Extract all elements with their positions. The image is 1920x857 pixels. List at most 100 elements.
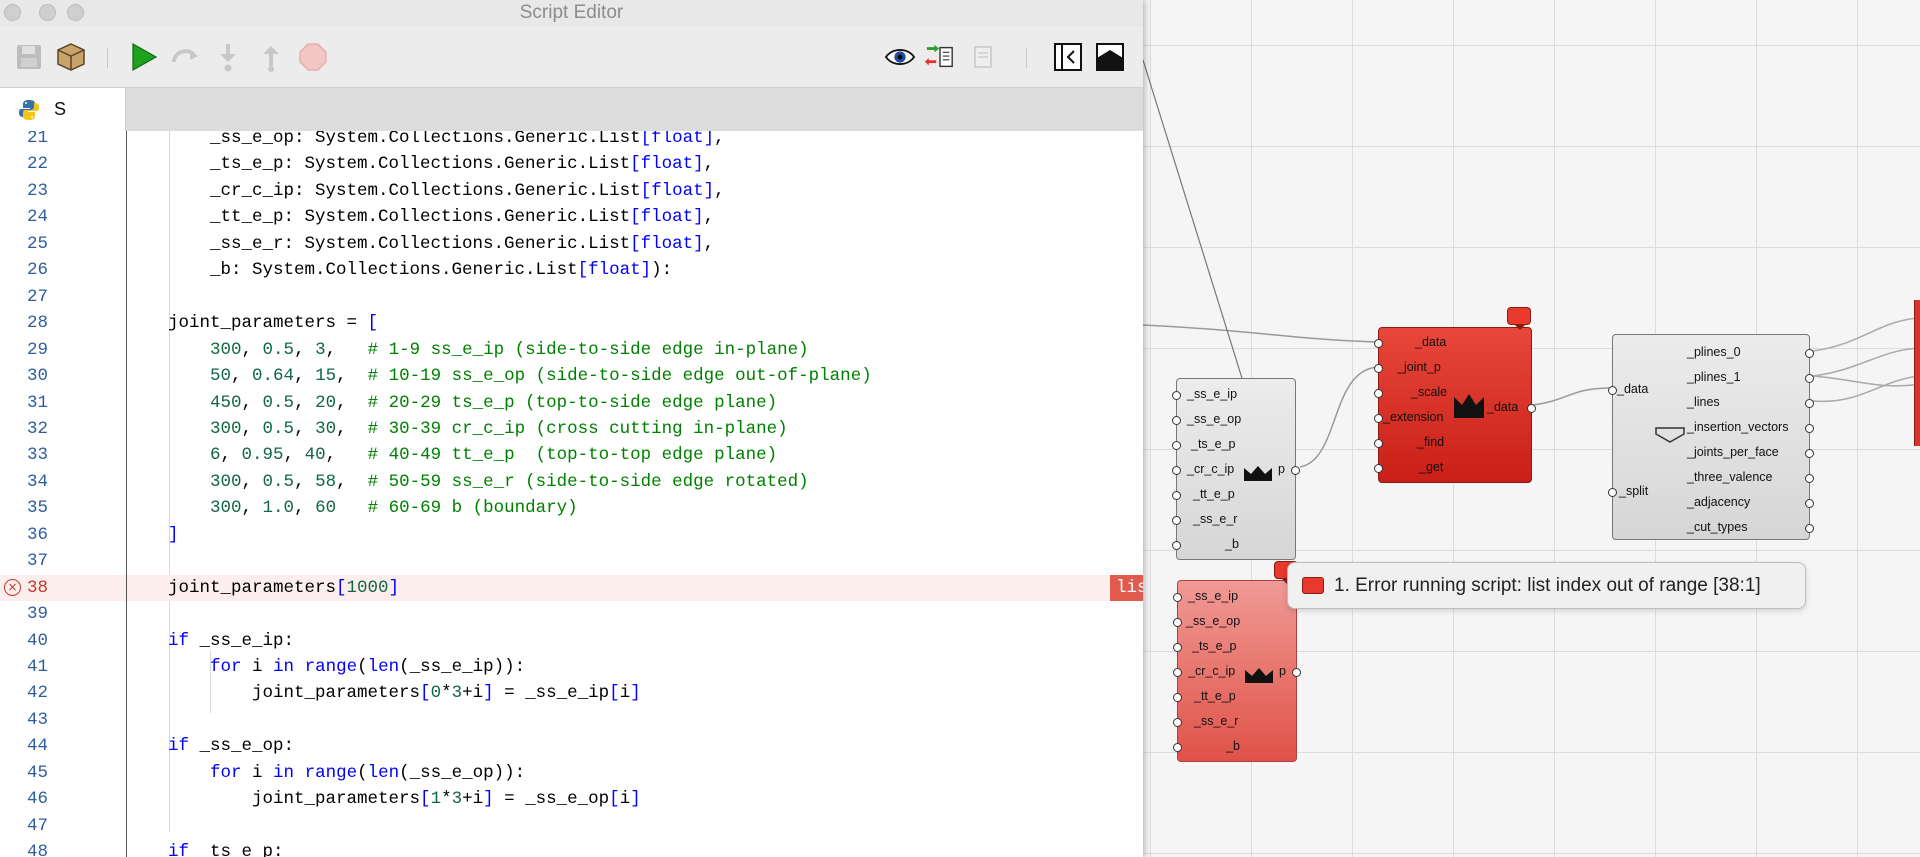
- input-port[interactable]: [1173, 643, 1182, 652]
- save-button[interactable]: [14, 42, 44, 72]
- red-script-component[interactable]: _data _joint_p _scale _extension _find _…: [1374, 327, 1536, 483]
- code-line[interactable]: 37: [0, 548, 1143, 574]
- run-button[interactable]: [128, 42, 158, 72]
- code-line[interactable]: 21 _ss_e_op: System.Collections.Generic.…: [0, 131, 1143, 151]
- doc-button[interactable]: [968, 42, 998, 72]
- code-text: joint_parameters = [: [168, 313, 379, 334]
- output-port[interactable]: [1805, 349, 1814, 358]
- output-port[interactable]: [1805, 449, 1814, 458]
- error-marker-icon[interactable]: ×: [4, 578, 21, 596]
- input-port[interactable]: [1608, 488, 1617, 497]
- input-port[interactable]: [1173, 693, 1182, 702]
- stop-button[interactable]: [298, 42, 328, 72]
- params-component-bottom[interactable]: _ss_e_ip _ss_e_op _ts_e_p _cr_c_ip _tt_e…: [1173, 580, 1301, 762]
- code-line[interactable]: 27: [0, 284, 1143, 310]
- package-button[interactable]: [56, 42, 86, 72]
- input-port[interactable]: [1172, 416, 1181, 425]
- code-line[interactable]: 44 if _ss_e_op:: [0, 733, 1143, 759]
- input-label: _cr_c_ip: [1188, 664, 1236, 678]
- input-port[interactable]: [1172, 491, 1181, 500]
- input-port[interactable]: [1374, 414, 1383, 423]
- input-port[interactable]: [1374, 439, 1383, 448]
- compare-button[interactable]: [925, 42, 955, 72]
- output-port[interactable]: [1291, 466, 1300, 475]
- code-line[interactable]: 43: [0, 707, 1143, 733]
- output-port[interactable]: [1805, 474, 1814, 483]
- input-label: _tt_e_p: [1194, 689, 1236, 703]
- step-out-button[interactable]: [256, 42, 286, 72]
- output-port[interactable]: [1527, 404, 1536, 413]
- output-port[interactable]: [1292, 668, 1301, 677]
- code-line[interactable]: 31 450, 0.5, 20, # 20-29 ts_e_p (top-to-…: [0, 390, 1143, 416]
- output-port[interactable]: [1805, 374, 1814, 383]
- input-port[interactable]: [1608, 386, 1617, 395]
- code-text: 450, 0.5, 20, # 20-29 ts_e_p (top-to-sid…: [210, 392, 778, 413]
- line-number: 44: [26, 736, 48, 757]
- code-text: 300, 0.5, 3, # 1-9 ss_e_ip (side-to-side…: [210, 339, 809, 360]
- output-port[interactable]: [1805, 424, 1814, 433]
- python-crown-icon: [1454, 394, 1484, 418]
- zoom-window-button[interactable]: [67, 4, 84, 21]
- close-window-button[interactable]: [4, 4, 21, 21]
- inline-error-badge[interactable]: lis: [1110, 574, 1143, 601]
- output-port[interactable]: [1805, 499, 1814, 508]
- input-label: _tt_e_p: [1193, 487, 1235, 501]
- input-label: _data: [1415, 335, 1447, 349]
- input-port[interactable]: [1172, 541, 1181, 550]
- script-editor-window: Script Editor S 21 _ss_e_op: System.Coll…: [0, 0, 1143, 857]
- step-in-button[interactable]: [213, 42, 243, 72]
- offscreen-component[interactable]: [1914, 300, 1920, 446]
- input-port[interactable]: [1173, 668, 1182, 677]
- code-editor[interactable]: 21 _ss_e_op: System.Collections.Generic.…: [0, 131, 1143, 857]
- input-port[interactable]: [1374, 464, 1383, 473]
- input-port[interactable]: [1374, 364, 1383, 373]
- code-line[interactable]: 30 50, 0.64, 15, # 10-19 ss_e_op (side-t…: [0, 363, 1143, 389]
- input-port[interactable]: [1173, 718, 1182, 727]
- debug-button[interactable]: [170, 42, 200, 72]
- code-line[interactable]: 32 300, 0.5, 30, # 30-39 cr_c_ip (cross …: [0, 416, 1143, 442]
- code-line[interactable]: 42 joint_parameters[0*3+i] = _ss_e_ip[i]: [0, 680, 1143, 706]
- input-port[interactable]: [1172, 391, 1181, 400]
- output-port[interactable]: [1805, 399, 1814, 408]
- code-line[interactable]: 48 if _ts_e_p:: [0, 839, 1143, 857]
- code-line[interactable]: 25 _ss_e_r: System.Collections.Generic.L…: [0, 231, 1143, 257]
- input-port[interactable]: [1374, 339, 1383, 348]
- input-port[interactable]: [1172, 466, 1181, 475]
- code-line[interactable]: 22 _ts_e_p: System.Collections.Generic.L…: [0, 151, 1143, 177]
- joints-component[interactable]: _data _split _plines_0 _plines_1 _lines …: [1608, 334, 1814, 540]
- code-text: _tt_e_p: System.Collections.Generic.List…: [168, 207, 715, 228]
- code-text: for i in range(len(_ss_e_ip)):: [210, 657, 526, 677]
- output-port[interactable]: [1805, 524, 1814, 533]
- code-line[interactable]: 23 _cr_c_ip: System.Collections.Generic.…: [0, 178, 1143, 204]
- code-line[interactable]: 24 _tt_e_p: System.Collections.Generic.L…: [0, 204, 1143, 230]
- code-line[interactable]: 28 joint_parameters = [: [0, 310, 1143, 336]
- input-port[interactable]: [1173, 593, 1182, 602]
- code-line[interactable]: 36]: [0, 522, 1143, 548]
- code-line[interactable]: 41 for i in range(len(_ss_e_ip)):: [0, 654, 1143, 680]
- code-line[interactable]: 46 joint_parameters[1*3+i] = _ss_e_op[i]: [0, 786, 1143, 812]
- code-line[interactable]: 39: [0, 601, 1143, 627]
- preview-button[interactable]: [885, 42, 915, 72]
- input-port[interactable]: [1173, 618, 1182, 627]
- code-line[interactable]: 35 300, 1.0, 60 # 60-69 b (boundary): [0, 495, 1143, 521]
- code-line[interactable]: 45 for i in range(len(_ss_e_op)):: [0, 760, 1143, 786]
- panel-button[interactable]: [1095, 42, 1125, 72]
- code-line[interactable]: 38 joint_parameters[1000] × lis: [0, 574, 1143, 601]
- code-line[interactable]: 26 _b: System.Collections.Generic.List[f…: [0, 257, 1143, 283]
- error-balloon-icon[interactable]: [1507, 307, 1531, 330]
- code-line[interactable]: 47: [0, 813, 1143, 839]
- input-port[interactable]: [1172, 516, 1181, 525]
- toolbar-separator: [1026, 48, 1027, 68]
- input-port[interactable]: [1173, 743, 1182, 752]
- code-line[interactable]: 40 if _ss_e_ip:: [0, 628, 1143, 654]
- input-port[interactable]: [1172, 441, 1181, 450]
- code-line[interactable]: 33 6, 0.95, 40, # 40-49 tt_e_p (top-to-t…: [0, 442, 1143, 468]
- code-line[interactable]: 29 300, 0.5, 3, # 1-9 ss_e_ip (side-to-s…: [0, 337, 1143, 363]
- input-port[interactable]: [1374, 389, 1383, 398]
- tab-script[interactable]: S: [0, 88, 126, 131]
- collapse-button[interactable]: [1053, 42, 1083, 72]
- minimize-window-button[interactable]: [39, 4, 56, 21]
- title-bar[interactable]: Script Editor: [0, 0, 1143, 26]
- code-line[interactable]: 34 300, 0.5, 58, # 50-59 ss_e_r (side-to…: [0, 469, 1143, 495]
- params-component-top[interactable]: _ss_e_ip _ss_e_op _ts_e_p _cr_c_ip _tt_e…: [1172, 378, 1300, 560]
